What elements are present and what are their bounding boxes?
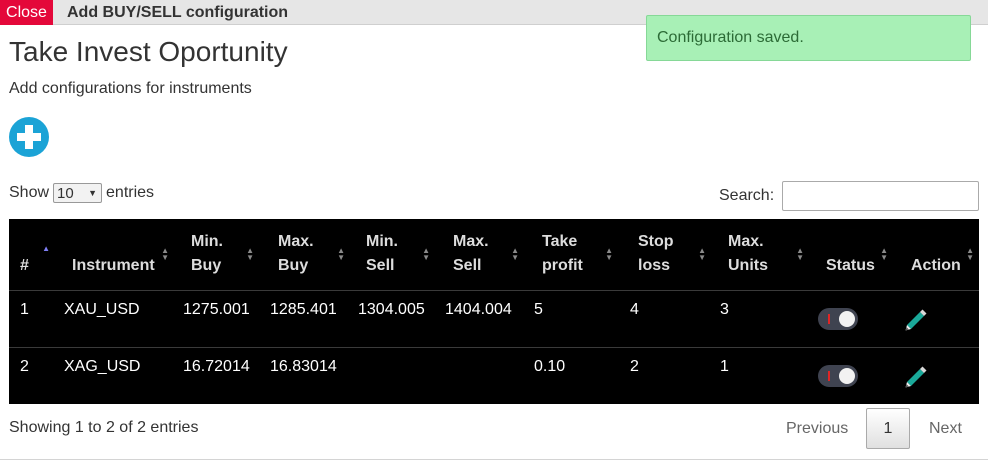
plus-circle-icon [9, 117, 49, 157]
cell-max-units: 1 [720, 358, 729, 375]
sort-icon: ▲ ▼ [511, 246, 519, 262]
cell-min-sell: 1304.005 [358, 301, 425, 318]
column-header-take-profit[interactable]: Take profit ▲ ▼ [542, 219, 613, 290]
search-input[interactable] [782, 181, 979, 211]
divider [0, 459, 988, 460]
column-header-min-sell[interactable]: Min. Sell ▲ ▼ [366, 219, 430, 290]
column-header-max-sell[interactable]: Max. Sell ▲ ▼ [453, 219, 519, 290]
cell-instrument: XAG_USD [64, 358, 141, 375]
cell-max-buy: 1285.401 [270, 301, 337, 318]
length-suffix: entries [106, 184, 155, 201]
cell-number: 2 [20, 358, 29, 375]
pencil-icon [905, 309, 927, 331]
pencil-icon [905, 366, 927, 388]
cell-instrument: XAU_USD [64, 301, 140, 318]
sort-icon: ▲ ▼ [161, 246, 169, 262]
status-toggle[interactable] [818, 308, 858, 330]
cell-min-buy: 16.72014 [183, 358, 250, 375]
toggle-off-indicator [828, 371, 830, 381]
page-length-value: 10 [57, 184, 74, 202]
column-header-max-buy[interactable]: Max. Buy ▲ ▼ [278, 219, 345, 290]
cell-take-profit: 5 [534, 301, 543, 318]
toggle-knob [839, 311, 855, 327]
page-length-select[interactable]: 10 ▼ [53, 183, 103, 203]
configurations-table: # ▲ Instrument ▲ ▼ Min. Buy ▲ ▼ Max. Buy ▲… [9, 219, 979, 404]
table-row: 2 XAG_USD 16.72014 16.83014 0.10 2 1 [9, 347, 979, 404]
sort-icon: ▲ ▼ [966, 246, 974, 262]
page-title: Take Invest Oportunity [9, 36, 288, 67]
sort-icon: ▲ ▼ [605, 246, 613, 262]
cell-max-units: 3 [720, 301, 729, 318]
column-header-number[interactable]: # ▲ [20, 219, 50, 290]
cell-number: 1 [20, 301, 29, 318]
length-prefix: Show [9, 184, 50, 201]
success-toast: Configuration saved. [646, 15, 971, 61]
column-header-status[interactable]: Status ▲ ▼ [826, 219, 888, 290]
cell-stop-loss: 4 [630, 301, 639, 318]
caret-down-icon: ▼ [88, 188, 98, 198]
sort-icon: ▲ ▼ [796, 246, 804, 262]
cell-take-profit: 0.10 [534, 358, 566, 375]
close-button[interactable]: Close [0, 0, 53, 25]
edit-button[interactable] [903, 363, 929, 389]
table-info: Showing 1 to 2 of 2 entries [9, 419, 199, 436]
cell-min-buy: 1275.001 [183, 301, 250, 318]
status-toggle[interactable] [818, 365, 858, 387]
add-configuration-button[interactable] [9, 117, 49, 157]
pagination-next[interactable]: Next [929, 420, 962, 438]
cell-stop-loss: 2 [630, 358, 639, 375]
cell-max-buy: 16.83014 [270, 358, 337, 375]
toggle-off-indicator [828, 314, 830, 324]
column-header-min-buy[interactable]: Min. Buy ▲ ▼ [191, 219, 254, 290]
length-menu: Show 10 ▼ entries [9, 183, 154, 203]
sort-icon: ▲ ▼ [422, 246, 430, 262]
column-header-action[interactable]: Action ▲ ▼ [911, 219, 974, 290]
column-header-instrument[interactable]: Instrument ▲ ▼ [72, 219, 169, 290]
column-header-max-units[interactable]: Max. Units ▲ ▼ [728, 219, 804, 290]
edit-button[interactable] [903, 306, 929, 332]
search-label: Search: [719, 187, 775, 204]
sort-icon: ▲ ▼ [880, 246, 888, 262]
sort-icon: ▲ ▼ [246, 246, 254, 262]
table-header: # ▲ Instrument ▲ ▼ Min. Buy ▲ ▼ Max. Buy ▲… [9, 219, 979, 290]
cell-max-sell: 1404.004 [445, 301, 512, 318]
toggle-knob [839, 368, 855, 384]
sort-icon: ▲ ▼ [337, 246, 345, 262]
column-header-stop-loss[interactable]: Stop loss ▲ ▼ [638, 219, 706, 290]
dialog-title: Add BUY/SELL configuration [67, 4, 289, 21]
pagination-page-1[interactable]: 1 [866, 408, 910, 449]
page-subtitle: Add configurations for instruments [9, 80, 252, 97]
pagination-previous[interactable]: Previous [786, 420, 848, 438]
sort-icon: ▲ ▼ [698, 246, 706, 262]
sort-icon: ▲ [42, 244, 50, 253]
table-row: 1 XAU_USD 1275.001 1285.401 1304.005 140… [9, 290, 979, 347]
